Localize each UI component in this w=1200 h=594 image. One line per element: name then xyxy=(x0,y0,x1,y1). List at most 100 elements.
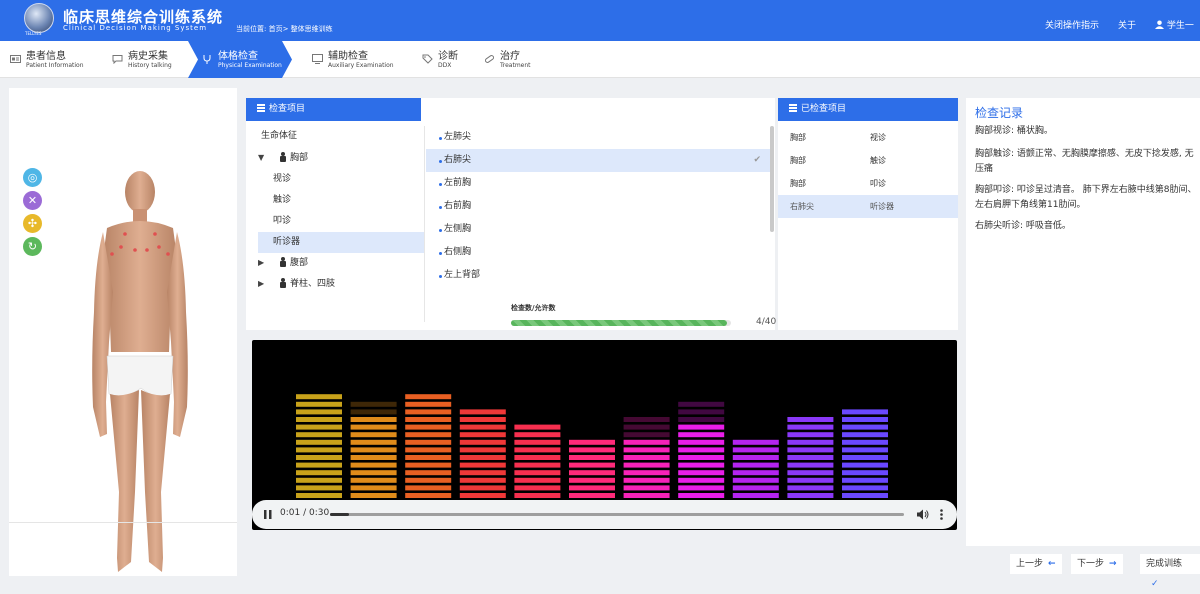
tree-item-percussion[interactable]: 叩诊 xyxy=(273,211,291,232)
visualizer-segment xyxy=(623,432,670,438)
checked-method: 触诊 xyxy=(870,156,886,165)
collapsed-caret-icon[interactable]: ▶ xyxy=(258,279,264,288)
tab-patient-information[interactable]: 患者信息 Patient Information xyxy=(0,41,100,78)
visualizer-segment xyxy=(514,432,561,438)
user-icon xyxy=(1155,20,1164,29)
visualizer-segment xyxy=(350,417,397,422)
tab-label: 体格检查 xyxy=(218,51,258,62)
human-body-model[interactable] xyxy=(85,162,195,580)
site-item[interactable]: 左前胸 xyxy=(426,172,771,195)
list-icon xyxy=(257,104,265,112)
expand-icon[interactable]: ✣ xyxy=(23,214,42,233)
tree-item-label: 脊柱、四肢 xyxy=(290,279,336,289)
visualizer-segment xyxy=(842,409,888,415)
volume-icon[interactable] xyxy=(917,509,929,520)
visualizer-segment xyxy=(296,424,342,430)
body-model-panel: ◎ ✕ ✣ ↻ xyxy=(9,88,237,576)
visualizer-segment xyxy=(787,432,834,438)
checked-items-header: 已检查项目 xyxy=(778,98,958,121)
visualizer-segment xyxy=(459,447,506,453)
visualizer-segment xyxy=(623,417,670,422)
visualizer-segment xyxy=(350,455,397,460)
person-icon xyxy=(280,257,286,267)
visualizer-segment xyxy=(350,409,397,415)
checked-row[interactable]: 胸部 视诊 xyxy=(778,126,958,149)
site-label: 右肺尖 xyxy=(444,155,472,165)
exam-items-header: 检查项目 xyxy=(246,98,421,121)
collapsed-caret-icon[interactable]: ▶ xyxy=(258,258,264,267)
visualizer-segment xyxy=(459,432,506,438)
tab-treatment[interactable]: 治疗 Treatment xyxy=(474,41,554,78)
tree-item-label: 胸部 xyxy=(290,153,309,163)
checked-method: 视诊 xyxy=(870,133,886,142)
visualizer-segment xyxy=(732,455,779,460)
finish-training-button[interactable]: 完成训练 ✓ xyxy=(1140,554,1200,589)
collapse-icon[interactable]: ✕ xyxy=(23,191,42,210)
visualizer-segment xyxy=(678,470,725,476)
checked-row[interactable]: 胸部 触诊 xyxy=(778,149,958,172)
site-item[interactable]: 左侧胸 xyxy=(426,218,771,241)
scrollbar[interactable] xyxy=(770,126,774,232)
visualizer-segment xyxy=(514,447,561,453)
tree-item-spine-limbs[interactable]: 脊柱、四肢 xyxy=(280,274,335,295)
tree-item-vitals[interactable]: 生命体征 xyxy=(261,126,297,147)
site-item[interactable]: 右前胸 xyxy=(426,195,771,218)
visualizer-segment xyxy=(459,417,506,422)
site-item[interactable]: 左上背部 xyxy=(426,264,771,287)
visualizer-segment xyxy=(296,455,342,460)
visualizer-segment xyxy=(459,477,506,483)
pause-icon[interactable] xyxy=(264,510,272,519)
site-item[interactable]: 右侧胸 xyxy=(426,241,771,264)
visualizer-segment xyxy=(405,470,452,476)
about-link[interactable]: 关于 xyxy=(1118,18,1136,31)
app-subtitle: Clinical Decision Making System xyxy=(63,24,208,32)
tab-physical-examination[interactable]: 体格检查 Physical Examination xyxy=(192,41,288,78)
visualizer-segment xyxy=(732,447,779,453)
tree-item-abdomen[interactable]: 腹部 xyxy=(280,253,308,274)
record-entry: 胸部触诊: 语颤正常、无胸膜摩擦感、无皮下捻发感, 无压痛 xyxy=(975,149,1194,174)
visualizer-segment xyxy=(569,455,615,460)
tree-item-chest[interactable]: 胸部 xyxy=(280,148,308,169)
audio-visualizer xyxy=(296,394,888,498)
site-item[interactable]: 左肺尖 xyxy=(426,126,771,149)
arrow-left-icon: ← xyxy=(1048,559,1056,569)
visualizer-segment xyxy=(459,493,506,498)
visualizer-segment xyxy=(569,470,615,476)
prev-step-button[interactable]: 上一步 ← xyxy=(1010,554,1062,574)
visualizer-segment xyxy=(678,432,725,438)
visualizer-segment xyxy=(296,470,342,476)
expanded-caret-icon[interactable]: ▼ xyxy=(258,153,264,162)
checked-row[interactable]: 胸部 叩诊 xyxy=(778,172,958,195)
visualizer-segment xyxy=(842,424,888,430)
visualizer-segment xyxy=(678,462,725,468)
visualizer-segment xyxy=(405,432,452,438)
checked-method: 叩诊 xyxy=(870,179,886,188)
tab-ddx[interactable]: 诊断 DDX xyxy=(412,41,472,78)
visualizer-segment xyxy=(514,455,561,460)
seek-bar[interactable] xyxy=(330,513,904,516)
visualizer-segment xyxy=(296,439,342,445)
monitor-icon xyxy=(312,54,323,64)
check-icon: ✔ xyxy=(753,155,761,165)
visualizer-segment xyxy=(678,424,725,430)
visualizer-segment xyxy=(842,447,888,453)
visualizer-segment xyxy=(732,477,779,483)
target-icon[interactable]: ◎ xyxy=(23,168,42,187)
tab-history-talking[interactable]: 病史采集 History talking xyxy=(102,41,192,78)
visualizer-segment xyxy=(405,409,452,415)
tree-item-inspection[interactable]: 视诊 xyxy=(273,169,291,190)
tab-auxiliary-examination[interactable]: 辅助检查 Auxiliary Examination xyxy=(302,41,412,78)
next-step-button[interactable]: 下一步 → xyxy=(1071,554,1123,574)
tree-item-stethoscope[interactable]: 听诊器 xyxy=(258,232,425,253)
site-item-selected[interactable]: 右肺尖 ✔ xyxy=(426,149,771,172)
user-menu[interactable]: 学生一 xyxy=(1155,18,1194,31)
close-guide-link[interactable]: 关闭操作指示 xyxy=(1045,18,1099,31)
tab-label: 辅助检查 xyxy=(328,51,368,62)
visualizer-segment xyxy=(514,424,561,430)
checked-row-selected[interactable]: 右肺尖 听诊器 xyxy=(778,195,958,218)
tree-item-palpation[interactable]: 触诊 xyxy=(273,190,291,211)
visualizer-segment xyxy=(842,432,888,438)
refresh-icon[interactable]: ↻ xyxy=(23,237,42,256)
more-options-icon[interactable] xyxy=(940,509,943,520)
visualizer-segment xyxy=(678,493,725,498)
